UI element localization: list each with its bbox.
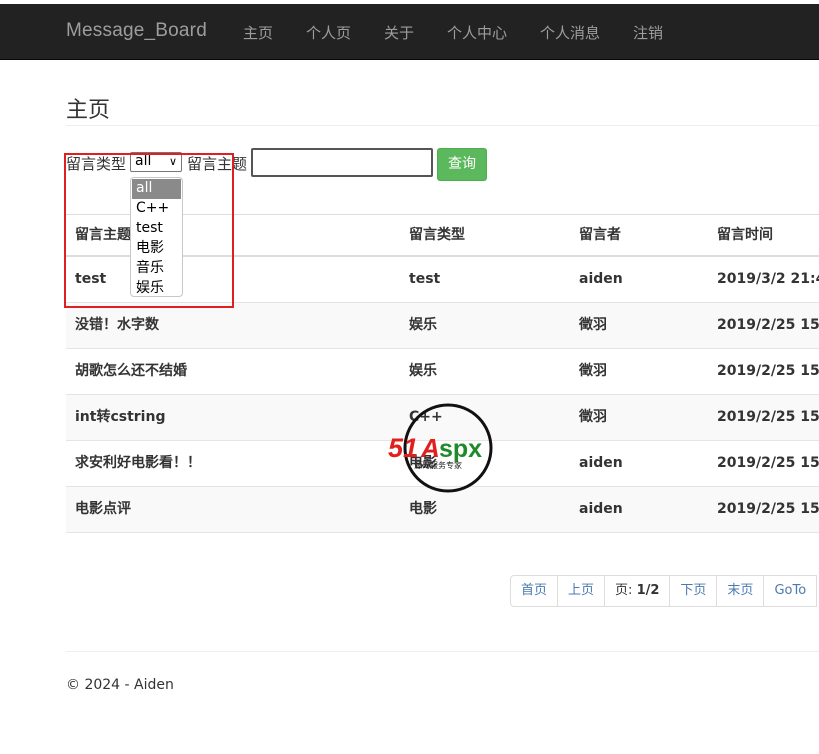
time-cell: 2019/2/25 15:34 [717, 409, 819, 425]
time-cell: 2019/2/25 15:28 [717, 501, 819, 517]
nav-about[interactable]: 关于 [384, 22, 414, 43]
topic-link[interactable]: 求安利好电影看！！ [75, 441, 201, 486]
nav-personal-messages[interactable]: 个人消息 [540, 22, 600, 43]
author-cell: 徵羽 [579, 317, 607, 333]
nav-personal-center[interactable]: 个人中心 [447, 22, 507, 43]
topic-link[interactable]: 胡歌怎么还不结婚 [75, 349, 187, 394]
dropdown-option[interactable]: test [132, 219, 181, 239]
type-select-value: all [135, 153, 152, 169]
time-cell: 2019/3/2 21:47:4 [717, 271, 819, 287]
title-divider [66, 125, 819, 126]
dropdown-option[interactable]: 音乐 [132, 259, 181, 279]
time-cell: 2019/2/25 15:30 [717, 455, 819, 471]
last-page-button[interactable]: 末页 [716, 575, 765, 607]
type-cell: test [409, 271, 441, 287]
topic-link[interactable]: int转cstring [75, 395, 165, 440]
dropdown-option[interactable]: 电影 [132, 239, 181, 259]
topic-link[interactable]: 没错！水字数 [75, 303, 159, 348]
footer-divider [66, 651, 819, 652]
author-cell: aiden [579, 455, 623, 471]
next-page-button[interactable]: 下页 [669, 575, 718, 607]
type-select[interactable]: all ∨ [130, 152, 182, 172]
first-page-button[interactable]: 首页 [510, 575, 559, 607]
table-row: 没错！水字数 娱乐 徵羽 2019/2/25 15:37 [66, 303, 819, 349]
nav-home[interactable]: 主页 [243, 22, 273, 43]
type-cell: 娱乐 [409, 317, 437, 333]
footer-copyright: © 2024 - Aiden [66, 677, 174, 693]
brand-link[interactable]: Message_Board [66, 20, 207, 42]
page-indicator: 页: 1/2 [604, 575, 671, 607]
header-time: 留言时间 [717, 227, 773, 243]
pagination: 首页 上页 页: 1/2 下页 末页 GoTo [510, 575, 818, 607]
page-title: 主页 [66, 98, 111, 123]
nav-personal-page[interactable]: 个人页 [306, 22, 351, 43]
author-cell: aiden [579, 501, 623, 517]
header-author: 留言者 [579, 227, 621, 243]
svg-text:51: 51 [388, 433, 418, 463]
topic-filter-label: 留言主题 [187, 155, 248, 173]
nav-logout[interactable]: 注销 [633, 22, 663, 43]
time-cell: 2019/2/25 15:37 [717, 363, 819, 379]
dropdown-option[interactable]: all [132, 179, 181, 199]
svg-text:spx: spx [439, 435, 482, 463]
query-button[interactable]: 查询 [437, 148, 487, 181]
header-topic: 留言主题 [75, 227, 131, 243]
author-cell: 徵羽 [579, 363, 607, 379]
watermark-logo: 51 A spx 源码服务专家 [388, 403, 493, 493]
topic-link[interactable]: test [75, 257, 106, 302]
time-cell: 2019/2/25 15:37 [717, 317, 819, 333]
dropdown-option[interactable]: 娱乐 [132, 279, 181, 299]
type-cell: 娱乐 [409, 363, 437, 379]
dropdown-option[interactable]: C++ [132, 199, 181, 219]
author-cell: aiden [579, 271, 623, 287]
svg-text:A: A [420, 433, 440, 463]
page-indicator-label: 页: [615, 583, 633, 598]
header-type: 留言类型 [409, 227, 465, 243]
type-filter-label: 留言类型 [66, 155, 127, 173]
author-cell: 徵羽 [579, 409, 607, 425]
table-row: 胡歌怎么还不结婚 娱乐 徵羽 2019/2/25 15:37 [66, 349, 819, 395]
prev-page-button[interactable]: 上页 [557, 575, 606, 607]
topic-link[interactable]: 电影点评 [75, 487, 131, 532]
top-navbar: Message_Board 主页 个人页 关于 个人中心 个人消息 注销 [0, 4, 819, 60]
svg-text:源码服务专家: 源码服务专家 [414, 460, 462, 470]
topic-input[interactable] [251, 148, 433, 177]
chevron-down-icon: ∨ [168, 155, 177, 168]
page-indicator-value: 1/2 [636, 583, 660, 598]
goto-button[interactable]: GoTo [763, 575, 818, 607]
type-dropdown-list: all C++ test 电影 音乐 娱乐 [130, 177, 183, 297]
